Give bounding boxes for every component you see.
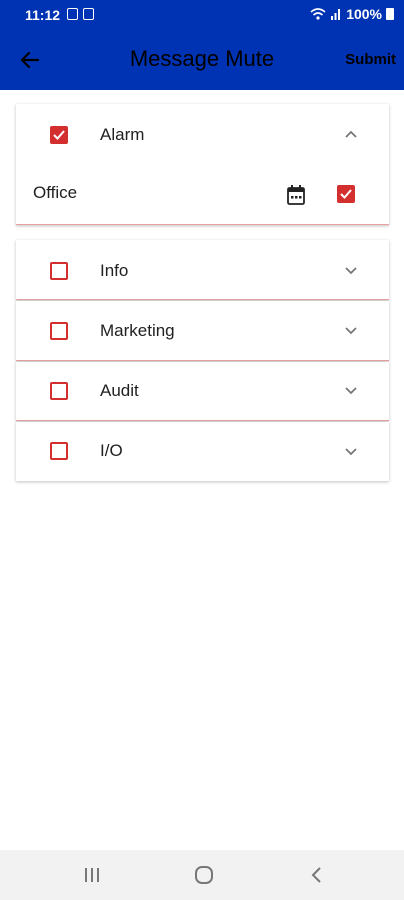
group-label-alarm: Alarm: [100, 125, 145, 144]
image-notification-icon: [67, 8, 78, 20]
group-card-info[interactable]: Info: [16, 240, 389, 300]
system-nav-bar: [0, 850, 404, 900]
signal-icon: [331, 9, 341, 20]
group-checkbox-info[interactable]: [50, 262, 68, 280]
divider: [16, 224, 389, 225]
check-icon: [340, 189, 352, 199]
group-card-alarm: Alarm Office: [16, 104, 389, 225]
chevron-down-icon[interactable]: [343, 322, 359, 338]
group-card-marketing[interactable]: Marketing: [16, 301, 389, 361]
chevron-down-icon[interactable]: [343, 262, 359, 278]
calendar-icon[interactable]: [287, 185, 305, 205]
group-checkbox-alarm[interactable]: [50, 126, 68, 144]
chevron-down-icon[interactable]: [343, 382, 359, 398]
group-card-audit[interactable]: Audit: [16, 362, 389, 421]
chevron-up-icon[interactable]: [343, 127, 359, 143]
home-icon[interactable]: [193, 865, 215, 885]
wifi-icon: [310, 8, 326, 20]
child-label-office: Office: [33, 183, 78, 202]
divider: [16, 360, 389, 361]
status-bar: 11:12 100%: [0, 0, 404, 30]
back-nav-icon[interactable]: [306, 865, 328, 885]
submit-button[interactable]: Submit: [345, 51, 396, 68]
app-bar: Message Mute Submit: [0, 30, 404, 90]
group-checkbox-io[interactable]: [50, 442, 68, 460]
status-right: 100%: [310, 6, 394, 22]
chevron-down-icon[interactable]: [343, 443, 359, 459]
sim-notification-icon: [83, 8, 94, 20]
page-title: Message Mute: [129, 46, 275, 71]
group-card-io[interactable]: I/O: [16, 422, 389, 481]
group-label-info: Info: [100, 261, 129, 280]
child-checkbox-office[interactable]: [337, 185, 355, 203]
group-label-marketing: Marketing: [100, 321, 175, 340]
status-notification-icons: [67, 8, 94, 20]
status-time: 11:12: [25, 7, 61, 23]
battery-icon: [386, 8, 394, 20]
divider: [16, 299, 389, 300]
group-label-audit: Audit: [100, 381, 139, 400]
group-checkbox-marketing[interactable]: [50, 322, 68, 340]
recent-apps-icon[interactable]: [81, 865, 103, 885]
arrow-left-icon: [20, 51, 40, 69]
battery-percent: 100%: [346, 6, 382, 22]
check-icon: [53, 130, 65, 140]
group-checkbox-audit[interactable]: [50, 382, 68, 400]
back-button[interactable]: [18, 48, 42, 72]
group-label-io: I/O: [100, 441, 123, 460]
divider: [16, 420, 389, 421]
